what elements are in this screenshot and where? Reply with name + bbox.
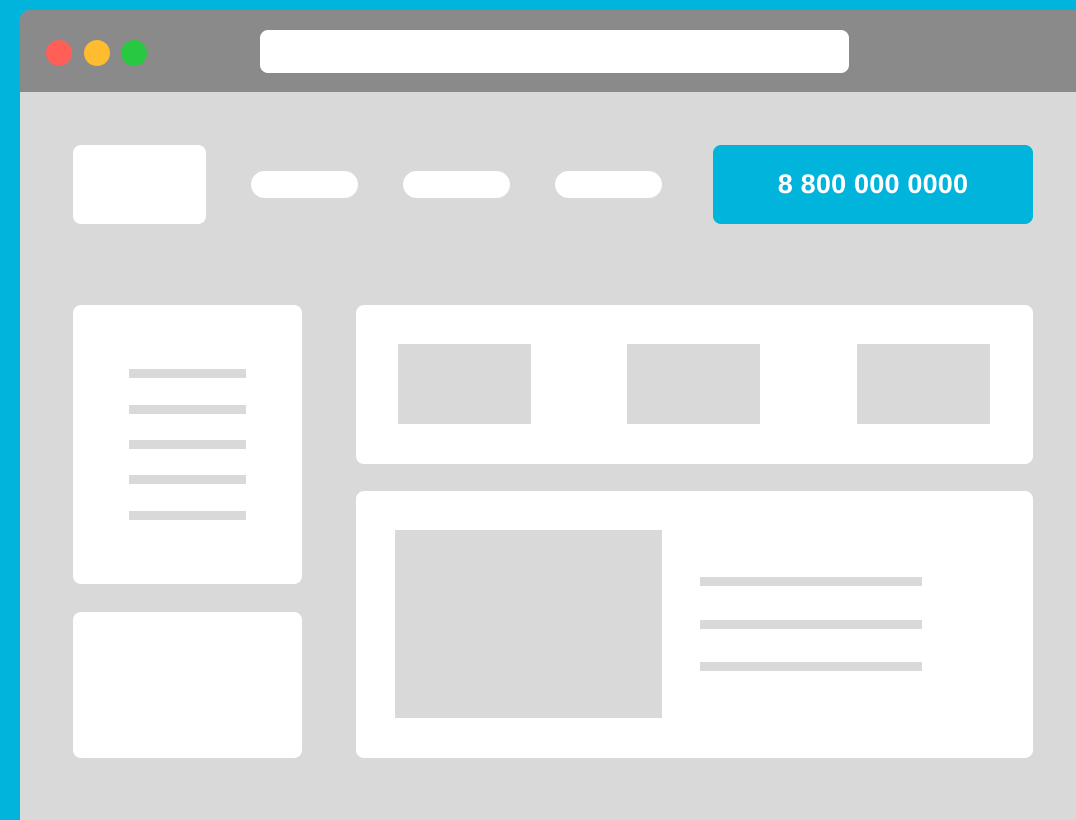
browser-titlebar [20, 10, 1076, 92]
nav-item-2[interactable] [403, 171, 510, 198]
content-card [356, 491, 1033, 758]
minimize-window-button[interactable] [84, 40, 110, 66]
browser-window: 8 800 000 0000 [20, 10, 1076, 820]
close-window-button[interactable] [46, 40, 72, 66]
menu-line[interactable] [129, 405, 246, 414]
text-line [700, 577, 922, 586]
maximize-window-button[interactable] [121, 40, 147, 66]
phone-button[interactable]: 8 800 000 0000 [713, 145, 1033, 224]
sidebar-menu-card [73, 305, 302, 584]
menu-line[interactable] [129, 475, 246, 484]
site-logo[interactable] [73, 145, 206, 224]
content-image-placeholder [395, 530, 662, 718]
gallery-thumbnail[interactable] [627, 344, 760, 424]
menu-line[interactable] [129, 511, 246, 520]
nav-item-3[interactable] [555, 171, 662, 198]
text-line [700, 662, 922, 671]
menu-line[interactable] [129, 369, 246, 378]
gallery-thumbnail[interactable] [857, 344, 990, 424]
text-line [700, 620, 922, 629]
address-bar[interactable] [260, 30, 849, 73]
sidebar-widget-card [73, 612, 302, 758]
gallery-card [356, 305, 1033, 464]
nav-item-1[interactable] [251, 171, 358, 198]
gallery-thumbnail[interactable] [398, 344, 531, 424]
menu-line[interactable] [129, 440, 246, 449]
